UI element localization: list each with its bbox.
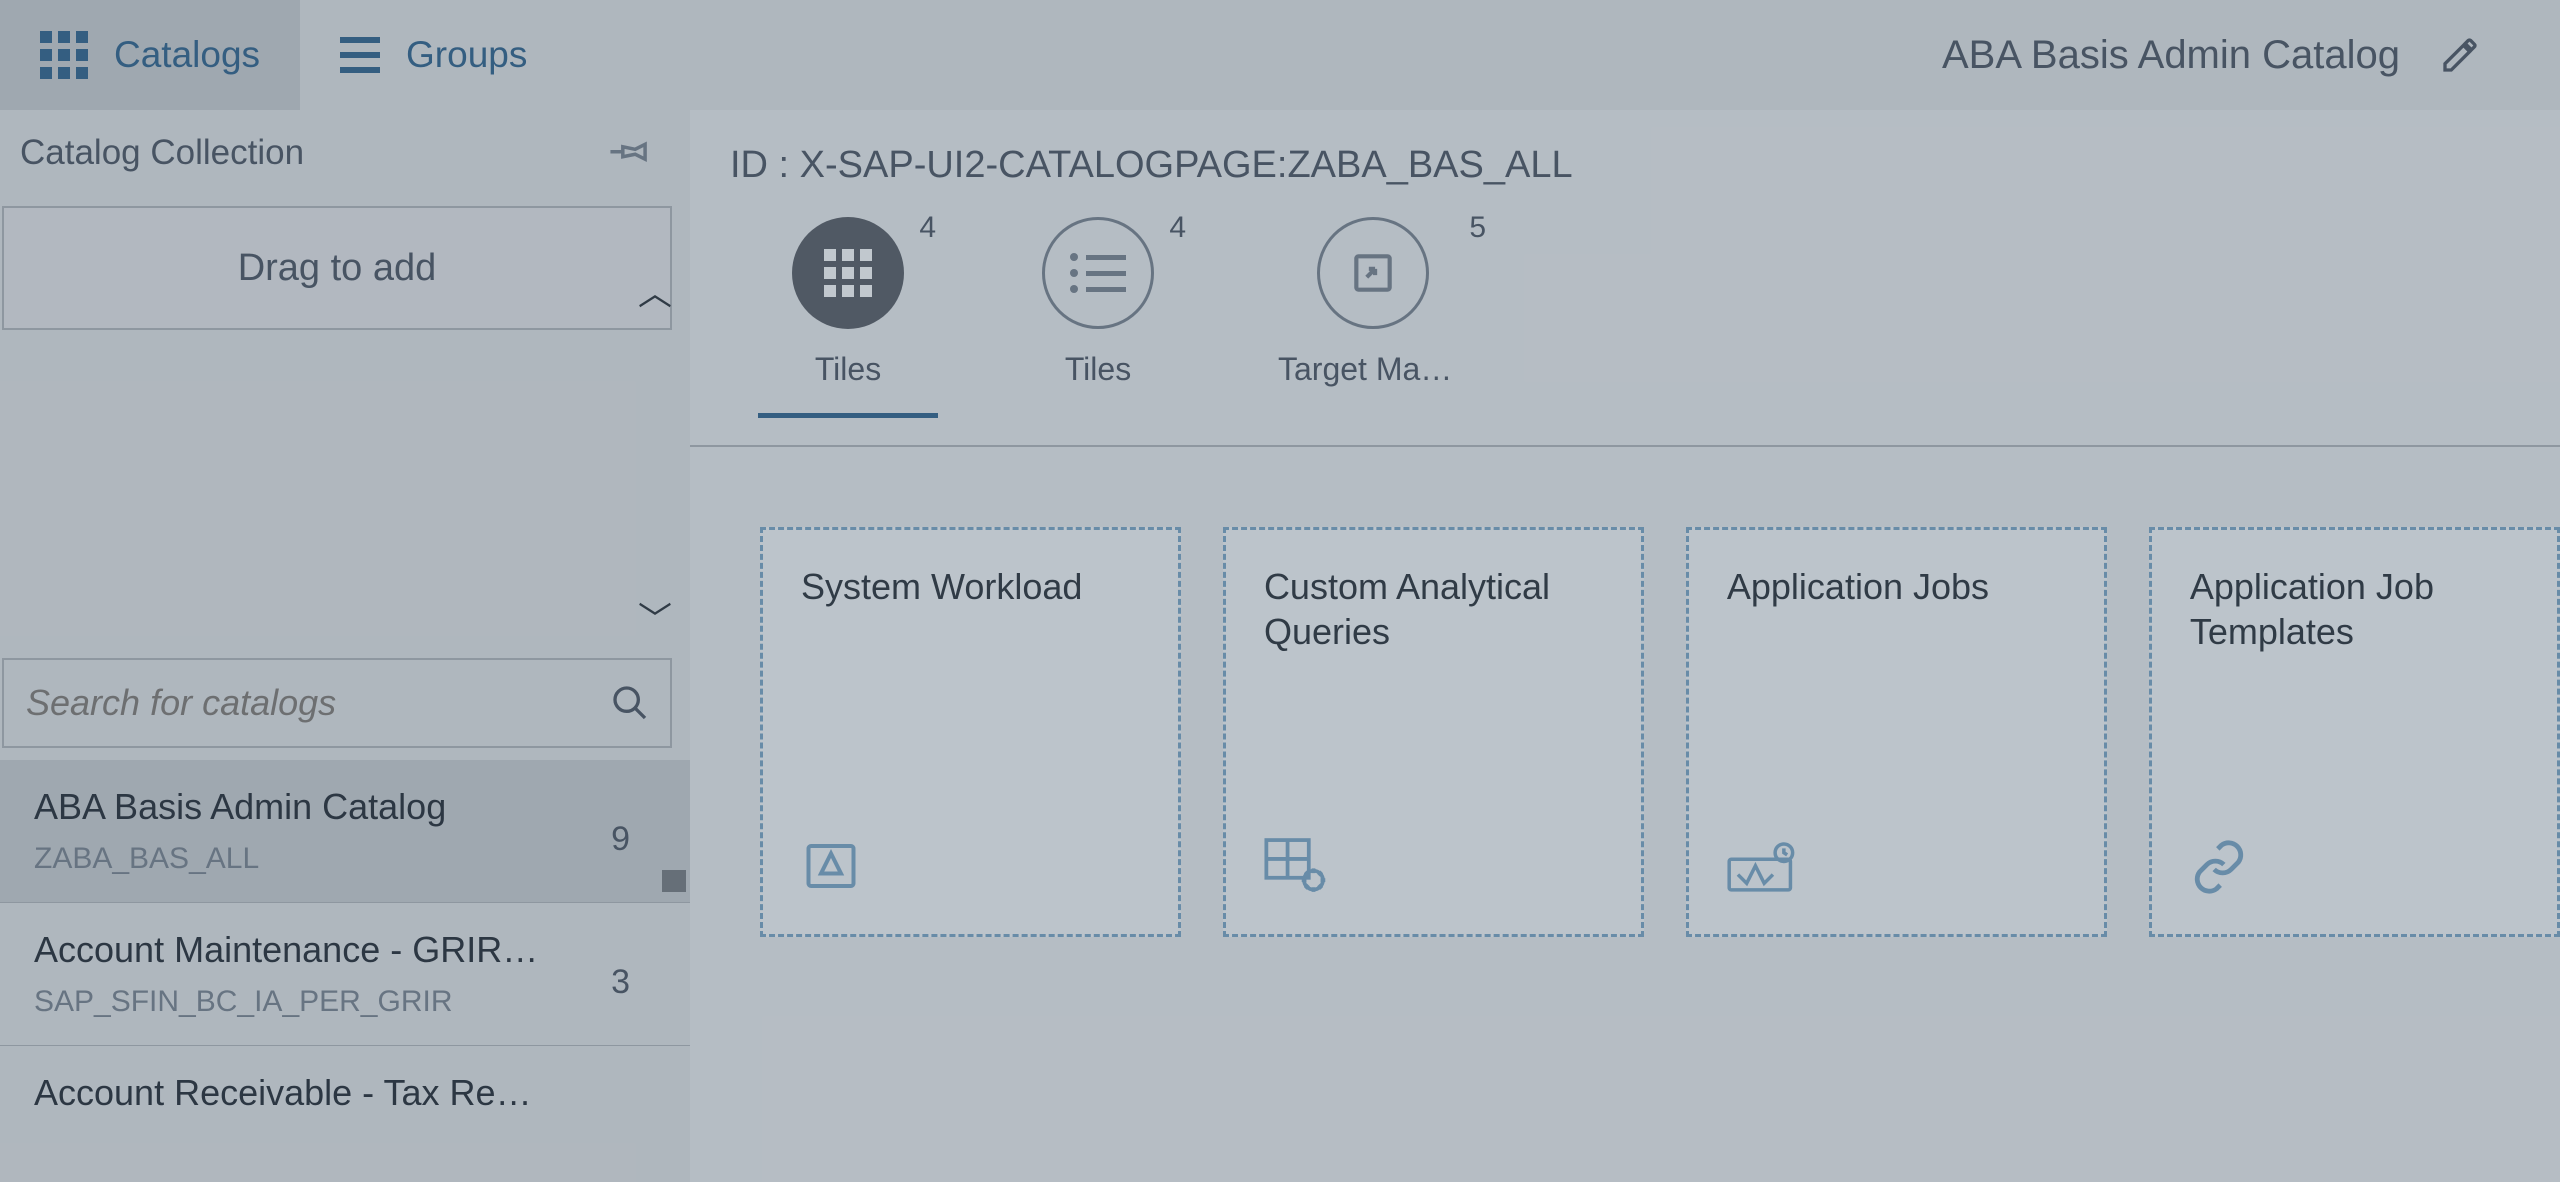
catalog-name: ABA Basis Admin Catalog — [34, 786, 660, 828]
view-tab-label: Tiles — [1065, 351, 1131, 388]
drag-to-add-area[interactable]: Drag to add — [2, 206, 672, 330]
share-icon — [1317, 217, 1429, 329]
tab-label: Catalogs — [114, 34, 260, 76]
tile-application-job-templates[interactable]: Application Job Templates — [2149, 527, 2560, 937]
tile-grid: System Workload Custom Analytical Querie… — [690, 447, 2560, 937]
catalog-id: SAP_SFIN_BC_IA_PER_GRIR — [34, 985, 660, 1019]
grid-icon — [40, 31, 88, 79]
link-icon — [2190, 838, 2248, 896]
top-bar: Catalogs Groups ABA Basis Admin Catalog — [0, 0, 2560, 110]
catalog-item[interactable]: Account Receivable - Tax Re… — [0, 1046, 690, 1154]
catalog-title: ABA Basis Admin Catalog — [1942, 33, 2400, 78]
tab-label: Groups — [406, 34, 527, 76]
pin-icon[interactable] — [608, 132, 650, 174]
tile-title: Application Jobs — [1727, 564, 2066, 609]
view-tab-label: Tiles — [815, 351, 881, 388]
list-icon — [1042, 217, 1154, 329]
catalog-name: Account Maintenance - GRIR… — [34, 929, 660, 971]
chevron-down-icon[interactable]: ﹀ — [638, 592, 672, 641]
tile-system-workload[interactable]: System Workload — [760, 527, 1181, 937]
drag-label: Drag to add — [238, 247, 437, 290]
menu-icon — [340, 37, 380, 73]
main-area: ID : X-SAP-UI2-CATALOGPAGE:ZABA_BAS_ALL … — [690, 110, 2560, 1182]
edit-icon[interactable] — [2440, 35, 2480, 75]
view-tab-tiles-grid[interactable]: 4 Tiles — [778, 217, 918, 388]
table-gear-icon — [1264, 836, 1330, 896]
view-tab-tiles-list[interactable]: 4 Tiles — [1028, 217, 1168, 388]
sidebar-title-row: Catalog Collection — [0, 110, 690, 196]
catalog-search[interactable] — [2, 658, 672, 748]
catalog-item[interactable]: ABA Basis Admin Catalog ZABA_BAS_ALL 9 — [0, 760, 690, 903]
scrollbar-thumb[interactable] — [662, 870, 686, 892]
sidebar: Catalog Collection Drag to add ︿ ﹀ ︿ ABA… — [0, 110, 690, 1182]
tile-custom-analytical-queries[interactable]: Custom Analytical Queries — [1223, 527, 1644, 937]
chevron-up-icon[interactable]: ︿ — [638, 266, 672, 315]
tab-catalogs[interactable]: Catalogs — [0, 0, 300, 110]
tile-title: Custom Analytical Queries — [1264, 564, 1603, 654]
view-tab-count: 4 — [919, 211, 936, 245]
tile-title: Application Job Templates — [2190, 564, 2519, 654]
view-tab-count: 5 — [1469, 211, 1486, 245]
tile-title: System Workload — [801, 564, 1140, 609]
view-tabs: 4 Tiles 4 Tiles 5 Target Mapp… — [690, 187, 2560, 447]
catalog-count: 9 — [611, 820, 630, 859]
tile-application-jobs[interactable]: Application Jobs — [1686, 527, 2107, 937]
sidebar-heading: Catalog Collection — [20, 133, 304, 173]
tab-groups[interactable]: Groups — [300, 0, 567, 110]
search-icon[interactable] — [610, 683, 650, 723]
catalog-id: ZABA_BAS_ALL — [34, 842, 660, 876]
view-tab-label: Target Mapp… — [1278, 351, 1468, 388]
view-tab-target-mappings[interactable]: 5 Target Mapp… — [1278, 217, 1468, 388]
grid-icon — [792, 217, 904, 329]
catalog-name: Account Receivable - Tax Re… — [34, 1072, 660, 1114]
catalog-count: 3 — [611, 963, 630, 1002]
header-right: ABA Basis Admin Catalog — [1942, 0, 2560, 110]
monitor-icon — [801, 836, 861, 896]
catalog-id-line: ID : X-SAP-UI2-CATALOGPAGE:ZABA_BAS_ALL — [690, 110, 2560, 187]
view-tab-count: 4 — [1169, 211, 1186, 245]
search-input[interactable] — [24, 681, 610, 725]
jobs-icon — [1727, 840, 1797, 896]
catalog-item[interactable]: Account Maintenance - GRIR… SAP_SFIN_BC_… — [0, 903, 690, 1046]
catalog-list: ABA Basis Admin Catalog ZABA_BAS_ALL 9 A… — [0, 760, 690, 1182]
